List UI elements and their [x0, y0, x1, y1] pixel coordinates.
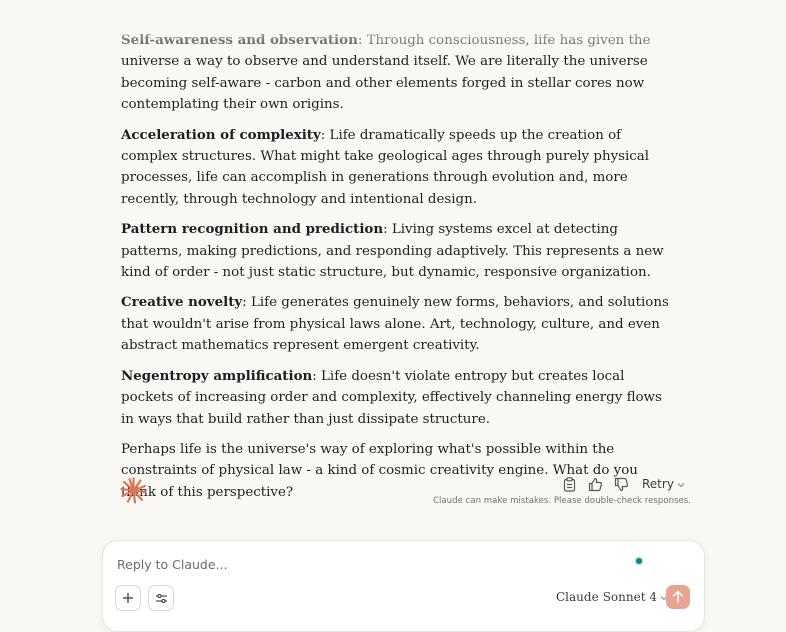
thumbs-up-icon[interactable]	[586, 475, 604, 493]
send-button[interactable]	[666, 585, 690, 609]
chevron-down-icon	[677, 477, 685, 491]
disclaimer-text: Claude can make mistakes. Please double-…	[433, 496, 691, 506]
message-paragraph: Self-awareness and observation: Through …	[121, 30, 669, 116]
paragraph-term: Negentropy amplification	[121, 367, 313, 384]
model-selector[interactable]: Claude Sonnet 4	[556, 590, 668, 604]
thumbs-down-icon[interactable]	[612, 475, 630, 493]
clipboard-icon[interactable]	[560, 475, 578, 493]
paragraph-term: Self-awareness and observation	[121, 32, 358, 48]
paragraph-term: Acceleration of complexity	[121, 126, 321, 143]
reply-input[interactable]	[115, 553, 619, 575]
paragraph-term: Creative novelty	[121, 294, 243, 311]
add-attachment-button[interactable]	[115, 585, 141, 611]
message-paragraph: Creative novelty: Life generates genuine…	[121, 292, 669, 356]
arrow-up-icon	[672, 588, 684, 607]
sliders-icon	[155, 589, 168, 608]
message-paragraph: Acceleration of complexity: Life dramati…	[121, 125, 669, 211]
paragraph-term: Pattern recognition and prediction	[121, 221, 384, 238]
retry-label: Retry	[642, 477, 674, 491]
claude-logo-icon	[120, 477, 147, 504]
message-paragraph: Negentropy amplification: Life doesn't v…	[121, 366, 669, 430]
assistant-message: Self-awareness and observation: Through …	[121, 30, 669, 512]
retry-button[interactable]: Retry	[642, 477, 685, 491]
composer: Claude Sonnet 4	[102, 540, 705, 632]
model-name: Claude	[556, 590, 599, 604]
plus-icon	[122, 589, 134, 608]
status-dot-icon	[636, 558, 642, 564]
message-actions: Retry	[560, 474, 685, 494]
model-variant: Sonnet 4	[602, 590, 657, 604]
tools-button[interactable]	[148, 585, 174, 611]
message-paragraph: Pattern recognition and prediction: Livi…	[121, 219, 669, 283]
